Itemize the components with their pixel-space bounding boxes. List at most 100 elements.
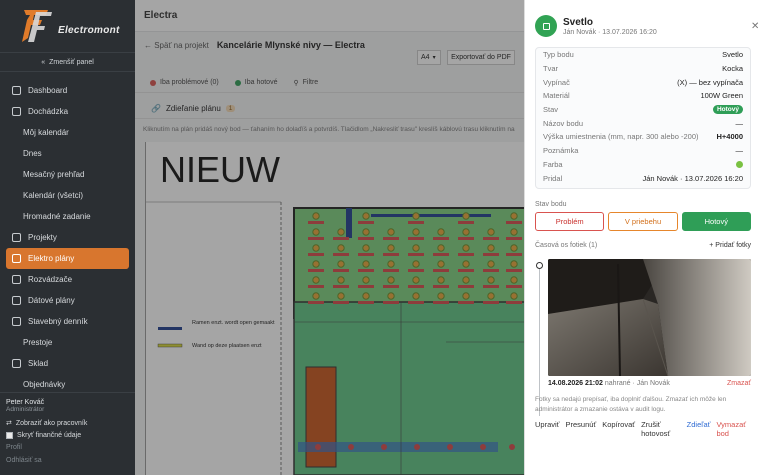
plan-point-marker[interactable] [387, 292, 395, 300]
plan-point-marker[interactable] [462, 228, 470, 236]
sidebar-item[interactable]: Dochádzka [0, 101, 135, 122]
back-to-project-link[interactable]: ← Späť na projekt [144, 41, 209, 50]
plan-point-marker[interactable] [362, 212, 370, 220]
sidebar-item[interactable]: Hromadné zadanie [0, 206, 135, 227]
sidebar-item[interactable]: Kalendár (všetci) [0, 185, 135, 206]
plan-point-marker[interactable] [412, 228, 420, 236]
plan-point-marker[interactable] [510, 276, 518, 284]
copy-button[interactable]: Kopírovať [602, 420, 635, 438]
sidebar-item[interactable]: Elektro plány [6, 248, 129, 269]
filter-problem-chip[interactable]: Iba problémové (0) [145, 76, 224, 90]
plan-point-marker[interactable] [510, 292, 518, 300]
plan-point-marker[interactable] [312, 292, 320, 300]
close-icon[interactable]: ✕ [751, 21, 759, 32]
filter-done-chip[interactable]: Iba hotové [230, 76, 283, 90]
plan-point-marker[interactable] [337, 228, 345, 236]
plan-point-marker[interactable] [412, 276, 420, 284]
plan-point-marker[interactable] [312, 244, 320, 252]
plan-point-marker[interactable] [387, 260, 395, 268]
plan-point-marker[interactable] [337, 276, 345, 284]
plan-point-marker[interactable] [487, 228, 495, 236]
view-as-worker-toggle[interactable]: ⇄ Zobraziť ako pracovník [6, 417, 129, 429]
add-photos-button[interactable]: + Pridať fotky [709, 242, 751, 249]
plan-point-marker[interactable] [412, 292, 420, 300]
sidebar-item[interactable]: Stavebný denník [0, 311, 135, 332]
plan-point-tag [383, 285, 399, 288]
sidebar-item[interactable]: Sklad [0, 353, 135, 374]
plan-point-marker[interactable] [487, 292, 495, 300]
plan-point-marker[interactable] [362, 228, 370, 236]
plan-point-marker[interactable] [381, 444, 387, 450]
plan-point-marker[interactable] [437, 276, 445, 284]
plan-point-marker[interactable] [510, 260, 518, 268]
sidebar-item[interactable]: Rozvádzače [0, 269, 135, 290]
plan-point-marker[interactable] [509, 444, 515, 450]
plan-point-marker[interactable] [462, 260, 470, 268]
plan-point-marker[interactable] [315, 444, 321, 450]
collapse-sidebar-button[interactable]: « Zmenšiť panel [0, 52, 135, 72]
plan-point-marker[interactable] [387, 244, 395, 252]
sidebar-item[interactable]: Dátové plány [0, 290, 135, 311]
home-icon [12, 86, 21, 95]
status-in-progress-button[interactable]: V priebehu [608, 212, 678, 231]
sidebar-item[interactable]: Prestoje [0, 332, 135, 353]
plan-point-marker[interactable] [362, 244, 370, 252]
sidebar-item[interactable]: Môj kalendár [0, 122, 135, 143]
plan-point-marker[interactable] [437, 228, 445, 236]
plan-point-marker[interactable] [387, 276, 395, 284]
plan-point-marker[interactable] [462, 212, 470, 220]
plan-point-marker[interactable] [312, 260, 320, 268]
plan-point-marker[interactable] [337, 260, 345, 268]
plan-point-marker[interactable] [412, 244, 420, 252]
cancel-done-button[interactable]: Zrušiť hotovosť [641, 420, 681, 438]
plan-point-marker[interactable] [487, 260, 495, 268]
status-problem-button[interactable]: Problém [535, 212, 605, 231]
plan-point-marker[interactable] [447, 444, 453, 450]
plan-point-marker[interactable] [462, 276, 470, 284]
plan-point-marker[interactable] [510, 212, 518, 220]
plan-point-marker[interactable] [487, 244, 495, 252]
plan-point-marker[interactable] [414, 444, 420, 450]
plan-point-marker[interactable] [412, 212, 420, 220]
filters-chip[interactable]: ⚲ Filtre [288, 76, 323, 90]
plan-point-marker[interactable] [312, 212, 320, 220]
share-button[interactable]: Zdieľať [687, 420, 711, 438]
sidebar-item[interactable]: Projekty [0, 227, 135, 248]
plan-point-marker[interactable] [362, 276, 370, 284]
plan-point-marker[interactable] [487, 276, 495, 284]
plan-point-marker[interactable] [462, 244, 470, 252]
hide-finance-checkbox[interactable]: Skryť finančné údaje [6, 429, 129, 441]
profile-link[interactable]: Profil [6, 441, 129, 454]
move-button[interactable]: Presunúť [566, 420, 597, 438]
delete-photo-button[interactable]: Zmazať [727, 380, 751, 387]
plan-point-marker[interactable] [510, 244, 518, 252]
plan-point-marker[interactable] [387, 228, 395, 236]
plan-point-marker[interactable] [510, 228, 518, 236]
sidebar-item[interactable]: Dnes [0, 143, 135, 164]
plan-point-marker[interactable] [437, 244, 445, 252]
floor-plan-canvas[interactable]: NIEUW Ramen enzt. wordt open gemaakt Wan… [145, 142, 525, 475]
delete-point-button[interactable]: Vymazať bod [716, 420, 751, 438]
plan-point-marker[interactable] [337, 244, 345, 252]
plan-point-marker[interactable] [437, 292, 445, 300]
plan-point-marker[interactable] [362, 292, 370, 300]
plan-point-marker[interactable] [462, 292, 470, 300]
plan-point-marker[interactable] [312, 276, 320, 284]
edit-button[interactable]: Upraviť [535, 420, 560, 438]
sidebar-item[interactable]: Dashboard [0, 80, 135, 101]
sidebar-item[interactable]: Mesačný prehľad [0, 164, 135, 185]
paper-size-select[interactable]: A4 ▾ [417, 50, 441, 65]
plan-point-marker[interactable] [437, 260, 445, 268]
export-pdf-button[interactable]: Exportovať do PDF [447, 50, 515, 65]
logout-link[interactable]: Odhlásiť sa [6, 454, 129, 467]
plan-point-marker[interactable] [412, 260, 420, 268]
logo[interactable]: Electromont [18, 8, 128, 44]
plan-point-marker[interactable] [348, 444, 354, 450]
plan-point-marker[interactable] [312, 228, 320, 236]
share-plan-tab[interactable]: 🔗 Zdieľanie plánu 1 [135, 99, 525, 119]
status-done-button[interactable]: Hotový [681, 212, 751, 231]
plan-point-marker[interactable] [337, 292, 345, 300]
timeline-photo[interactable] [548, 259, 751, 376]
plan-point-marker[interactable] [480, 444, 486, 450]
plan-point-marker[interactable] [362, 260, 370, 268]
